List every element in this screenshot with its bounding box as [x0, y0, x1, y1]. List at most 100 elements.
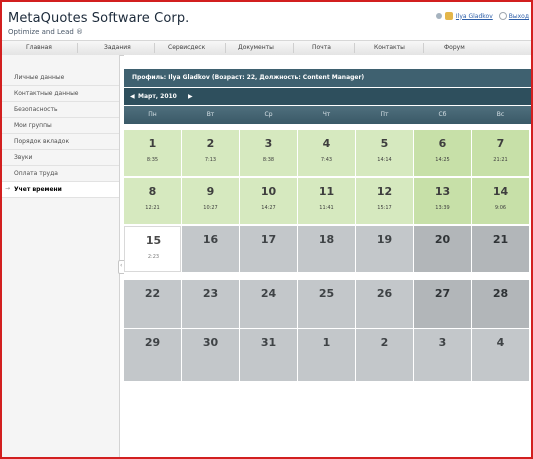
calendar-day[interactable]: 22	[124, 280, 181, 328]
sidebar-item-personal-data[interactable]: Личные данные	[2, 70, 119, 86]
tab-home[interactable]: Главная	[26, 44, 52, 51]
profile-bar: Профиль: Ilya Gladkov (Возраст: 22, Долж…	[124, 69, 531, 87]
day-number: 7	[496, 137, 505, 150]
day-time: 9:06	[494, 205, 507, 211]
tab-tasks[interactable]: Задания	[104, 44, 131, 51]
day-time: 15:17	[377, 205, 392, 211]
sidebar-item-sounds[interactable]: Звуки	[2, 150, 119, 166]
sidebar-item-payment[interactable]: Оплата труда	[2, 166, 119, 182]
day-number: 17	[260, 233, 277, 246]
top-nav: Главная Задания Сервисдеск Документы Поч…	[2, 40, 531, 56]
calendar-day[interactable]: 8 12:21	[124, 178, 181, 224]
day-time: 10:27	[203, 205, 218, 211]
calendar-day[interactable]: 25	[298, 280, 355, 328]
sidebar-item-contact-data[interactable]: Контактные данные	[2, 86, 119, 102]
weekday-label: Ср	[264, 111, 273, 118]
day-time: 7:13	[204, 157, 217, 163]
calendar-day[interactable]: 13 13:39	[414, 178, 471, 224]
day-number: 5	[380, 137, 389, 150]
day-number: 19	[376, 233, 393, 246]
calendar-day[interactable]: 6 14:25	[414, 130, 471, 176]
day-number: 30	[202, 336, 219, 349]
sidebar-item-time-tracking[interactable]: → Учет времени	[2, 182, 119, 198]
brand-tagline: Optimize and Lead ®	[8, 28, 84, 36]
day-number: 4	[322, 137, 331, 150]
day-number: 25	[318, 287, 335, 300]
calendar-day[interactable]: 10 14:27	[240, 178, 297, 224]
calendar-day[interactable]: 14 9:06	[472, 178, 529, 224]
day-time: 7:43	[320, 157, 333, 163]
calendar-day[interactable]: 4 7:43	[298, 130, 355, 176]
sidebar-item-label: Безопасность	[14, 106, 58, 113]
prev-month-icon[interactable]: ◀	[130, 93, 135, 100]
weekday-label: Пт	[380, 111, 389, 118]
day-number: 29	[144, 336, 161, 349]
next-month-icon[interactable]: ▶	[188, 93, 193, 100]
chevron-left-icon: ‹	[120, 262, 123, 269]
calendar-day[interactable]: 21	[472, 226, 529, 272]
app-frame: MetaQuotes Software Corp. Optimize and L…	[0, 0, 533, 459]
day-number: 8	[148, 185, 157, 198]
calendar-day[interactable]: 3	[414, 329, 471, 381]
weekday-label: Вс	[496, 111, 505, 118]
day-number: 27	[434, 287, 451, 300]
tab-servicedesk[interactable]: Сервисдеск	[168, 44, 205, 51]
calendar-day[interactable]: 30	[182, 329, 239, 381]
calendar-day[interactable]: 1	[298, 329, 355, 381]
calendar-day[interactable]: 1 8:35	[124, 130, 181, 176]
sidebar-item-label: Оплата труда	[14, 170, 58, 177]
calendar-day[interactable]: 19	[356, 226, 413, 272]
calendar-day[interactable]: 3 8:38	[240, 130, 297, 176]
calendar-day[interactable]: 20	[414, 226, 471, 272]
weekday-label: Пн	[148, 111, 157, 118]
calendar-day[interactable]: 24	[240, 280, 297, 328]
sidebar-item-tab-order[interactable]: Порядок вкладок	[2, 134, 119, 150]
tab-mail[interactable]: Почта	[312, 44, 331, 51]
day-number: 18	[318, 233, 335, 246]
sidebar-item-my-groups[interactable]: Мои группы	[2, 118, 119, 134]
calendar-day[interactable]: 23	[182, 280, 239, 328]
calendar-day[interactable]: 18	[298, 226, 355, 272]
calendar-day[interactable]: 16	[182, 226, 239, 272]
tab-documents[interactable]: Документы	[238, 44, 274, 51]
calendar-day[interactable]: 29	[124, 329, 181, 381]
nav-divider	[154, 43, 155, 53]
arrow-right-icon: →	[5, 185, 11, 192]
calendar-day[interactable]: 2 7:13	[182, 130, 239, 176]
day-number: 3	[438, 336, 447, 349]
weekday-label: Сб	[438, 111, 447, 118]
day-number: 23	[202, 287, 219, 300]
calendar-day[interactable]: 31	[240, 329, 297, 381]
calendar-day[interactable]: 11 11:41	[298, 178, 355, 224]
day-number: 28	[492, 287, 509, 300]
calendar-empty-area	[124, 381, 531, 457]
calendar-day[interactable]: 28	[472, 280, 529, 328]
tab-contacts[interactable]: Контакты	[374, 44, 405, 51]
sidebar-item-security[interactable]: Безопасность	[2, 102, 119, 118]
calendar-day[interactable]: 17	[240, 226, 297, 272]
calendar-day-today[interactable]: 15 2:23	[124, 226, 181, 272]
day-time: 11:41	[319, 205, 334, 211]
nav-divider	[225, 43, 226, 53]
user-area: Ilya Gladkov Выход	[435, 12, 529, 20]
brand-title: MetaQuotes Software Corp.	[8, 11, 190, 26]
profile-text: Профиль: Ilya Gladkov (Возраст: 22, Долж…	[132, 74, 365, 81]
logout-icon[interactable]	[498, 12, 507, 20]
calendar-day[interactable]: 2	[356, 329, 413, 381]
calendar-day[interactable]: 12 15:17	[356, 178, 413, 224]
calendar-day[interactable]: 26	[356, 280, 413, 328]
calendar-day[interactable]: 9 10:27	[182, 178, 239, 224]
day-number: 20	[434, 233, 451, 246]
user-name-link[interactable]: Ilya Gladkov	[456, 13, 493, 20]
calendar-day[interactable]: 5 14:14	[356, 130, 413, 176]
tab-forum[interactable]: Форум	[444, 44, 465, 51]
calendar-day[interactable]: 7 21:21	[472, 130, 529, 176]
day-number: 16	[202, 233, 219, 246]
nav-divider	[423, 43, 424, 53]
notification-icon[interactable]	[435, 13, 442, 19]
logout-link[interactable]: Выход	[509, 13, 529, 20]
calendar-day[interactable]: 4	[472, 329, 529, 381]
app-header: MetaQuotes Software Corp. Optimize and L…	[2, 2, 531, 40]
day-time: 8:38	[262, 157, 275, 163]
calendar-day[interactable]: 27	[414, 280, 471, 328]
